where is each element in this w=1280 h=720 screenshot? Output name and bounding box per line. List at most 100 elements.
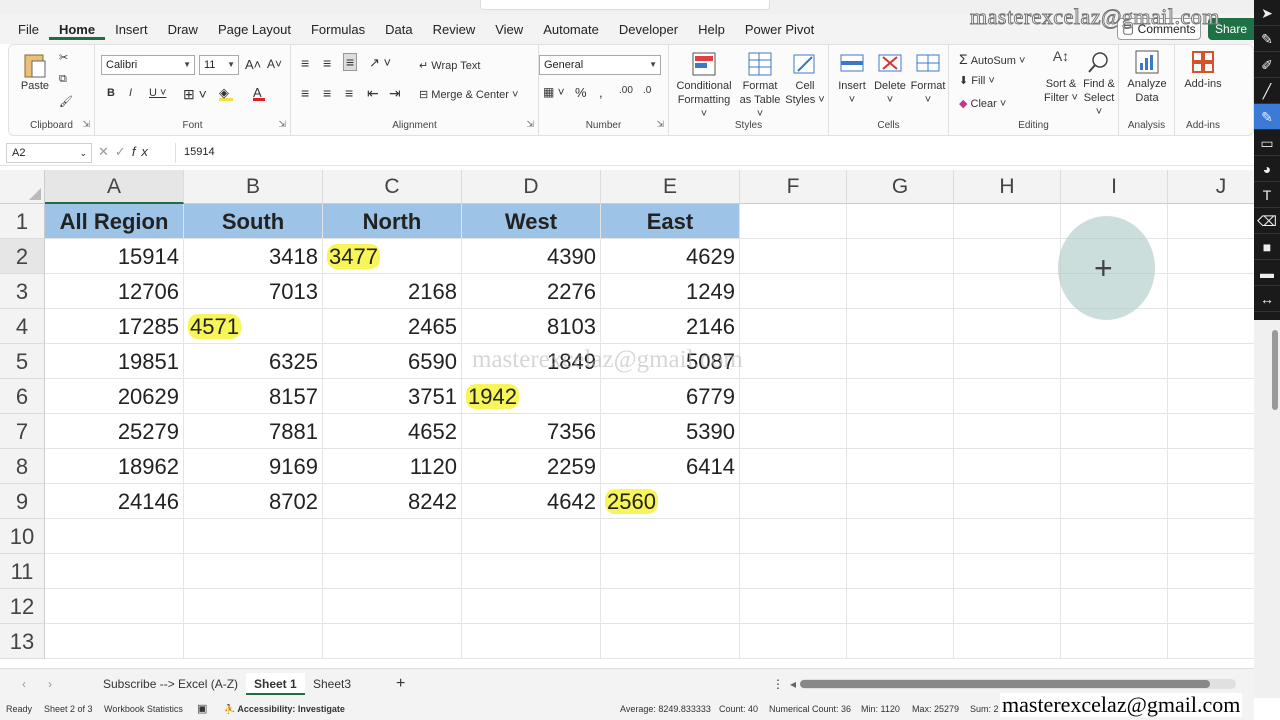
align-left-icon[interactable]: ≡ (301, 85, 309, 101)
cell[interactable] (740, 519, 847, 554)
row-header-4[interactable]: 4 (0, 309, 45, 344)
cell[interactable] (462, 589, 601, 624)
column-header-f[interactable]: F (740, 170, 847, 204)
cell[interactable] (1061, 624, 1168, 659)
tab-power-pivot[interactable]: Power Pivot (735, 20, 824, 40)
cell[interactable] (1168, 344, 1254, 379)
decrease-font-icon[interactable]: A˅ (267, 57, 282, 71)
pen-icon[interactable]: ✎ (1254, 26, 1280, 52)
decrease-decimal-icon[interactable]: .0 (643, 85, 651, 96)
data-cell[interactable]: 7013 (184, 274, 323, 309)
tab-formulas[interactable]: Formulas (301, 20, 375, 40)
data-cell[interactable]: 2465 (323, 309, 462, 344)
sort-filter-button[interactable]: A↕ Sort & Filter ˅ (1041, 49, 1081, 105)
data-cell[interactable]: 19851 (45, 344, 184, 379)
cell[interactable] (847, 274, 954, 309)
column-header-b[interactable]: B (184, 170, 323, 204)
horizontal-scrollbar[interactable] (800, 679, 1236, 689)
cell[interactable] (184, 554, 323, 589)
row-header-1[interactable]: 1 (0, 204, 45, 239)
cell[interactable] (1168, 589, 1254, 624)
cell[interactable] (740, 204, 847, 239)
tab-insert[interactable]: Insert (105, 20, 158, 40)
header-cell-west[interactable]: West (462, 204, 601, 239)
tab-view[interactable]: View (485, 20, 533, 40)
cell[interactable] (323, 589, 462, 624)
cell[interactable] (847, 484, 954, 519)
insert-cells-button[interactable]: Insert ˅ (833, 51, 871, 107)
italic-icon[interactable]: I (129, 87, 132, 99)
percent-icon[interactable]: % (575, 85, 587, 100)
cell[interactable] (323, 624, 462, 659)
data-cell[interactable]: 8242 (323, 484, 462, 519)
cell[interactable] (323, 554, 462, 589)
fill-button[interactable]: ⬇ Fill ˅ (959, 74, 995, 87)
data-cell[interactable]: 2259 (462, 449, 601, 484)
tab-file[interactable]: File (8, 20, 49, 40)
stroke-width-icon[interactable]: ▬ (1254, 260, 1280, 286)
cut-icon[interactable]: ✂ (59, 51, 68, 64)
row-header-7[interactable]: 7 (0, 414, 45, 449)
cell[interactable] (954, 519, 1061, 554)
cell[interactable] (1061, 484, 1168, 519)
cell[interactable] (847, 239, 954, 274)
cell[interactable] (1168, 554, 1254, 589)
cell[interactable] (954, 239, 1061, 274)
cell[interactable] (1061, 449, 1168, 484)
next-sheet-icon[interactable]: › (40, 673, 60, 695)
cell[interactable] (954, 554, 1061, 589)
row-header-5[interactable]: 5 (0, 344, 45, 379)
search-box[interactable] (480, 0, 770, 10)
select-all-corner[interactable] (0, 170, 45, 204)
macro-record-icon[interactable]: ▣ (197, 702, 207, 715)
number-format-select[interactable]: General ▼ (539, 55, 661, 75)
font-name-select[interactable]: Calibri ▼ (101, 55, 195, 75)
borders-icon[interactable]: ⊞ ˅ (183, 86, 207, 103)
column-header-i[interactable]: I (1061, 170, 1168, 204)
cell[interactable] (954, 274, 1061, 309)
tab-review[interactable]: Review (423, 20, 486, 40)
line-icon[interactable]: ╱ (1254, 78, 1280, 104)
font-launcher-icon[interactable]: ⇲ (278, 119, 286, 130)
number-launcher-icon[interactable]: ⇲ (656, 119, 664, 130)
row-header-3[interactable]: 3 (0, 274, 45, 309)
cell[interactable] (1061, 379, 1168, 414)
cell[interactable] (1061, 589, 1168, 624)
cell[interactable] (740, 554, 847, 589)
data-cell[interactable]: 3751 (323, 379, 462, 414)
confirm-icon[interactable]: ✓ (115, 144, 132, 159)
cell[interactable] (954, 624, 1061, 659)
autosum-button[interactable]: Σ AutoSum ˅ (959, 51, 1025, 67)
merge-center-button[interactable]: ⊟ Merge & Center ˅ (419, 88, 518, 101)
cell-styles-button[interactable]: Cell Styles ˅ (785, 51, 825, 107)
tab-draw[interactable]: Draw (158, 20, 208, 40)
data-cell[interactable]: 2168 (323, 274, 462, 309)
clipboard-launcher-icon[interactable]: ⇲ (82, 119, 90, 130)
column-header-h[interactable]: H (954, 170, 1061, 204)
add-sheet-button[interactable]: + (388, 673, 413, 695)
cell[interactable] (847, 309, 954, 344)
increase-font-icon[interactable]: A˄ (245, 57, 261, 72)
cell[interactable] (954, 484, 1061, 519)
cell[interactable] (1168, 309, 1254, 344)
cell[interactable] (954, 309, 1061, 344)
cell[interactable] (740, 414, 847, 449)
data-cell[interactable]: 2276 (462, 274, 601, 309)
accessibility-button[interactable]: ⛹ Accessibility: Investigate (224, 704, 345, 715)
cell[interactable] (1168, 449, 1254, 484)
highlighted-cell[interactable]: 4571 (184, 309, 323, 344)
conditional-formatting-button[interactable]: Conditional Formatting ˅ (673, 51, 735, 121)
cell[interactable] (1061, 414, 1168, 449)
align-center-icon[interactable]: ≡ (323, 85, 331, 101)
comma-icon[interactable]: , (599, 85, 603, 100)
cell[interactable] (954, 379, 1061, 414)
font-color-icon[interactable]: A (253, 85, 265, 101)
data-cell[interactable]: 6325 (184, 344, 323, 379)
orientation-icon[interactable]: ↗ ˅ (369, 55, 391, 71)
analyze-data-button[interactable]: Analyze Data (1123, 49, 1171, 105)
cell[interactable] (45, 589, 184, 624)
cell[interactable] (847, 519, 954, 554)
tab-automate[interactable]: Automate (533, 20, 609, 40)
data-cell[interactable]: 17285 (45, 309, 184, 344)
data-cell[interactable]: 18962 (45, 449, 184, 484)
